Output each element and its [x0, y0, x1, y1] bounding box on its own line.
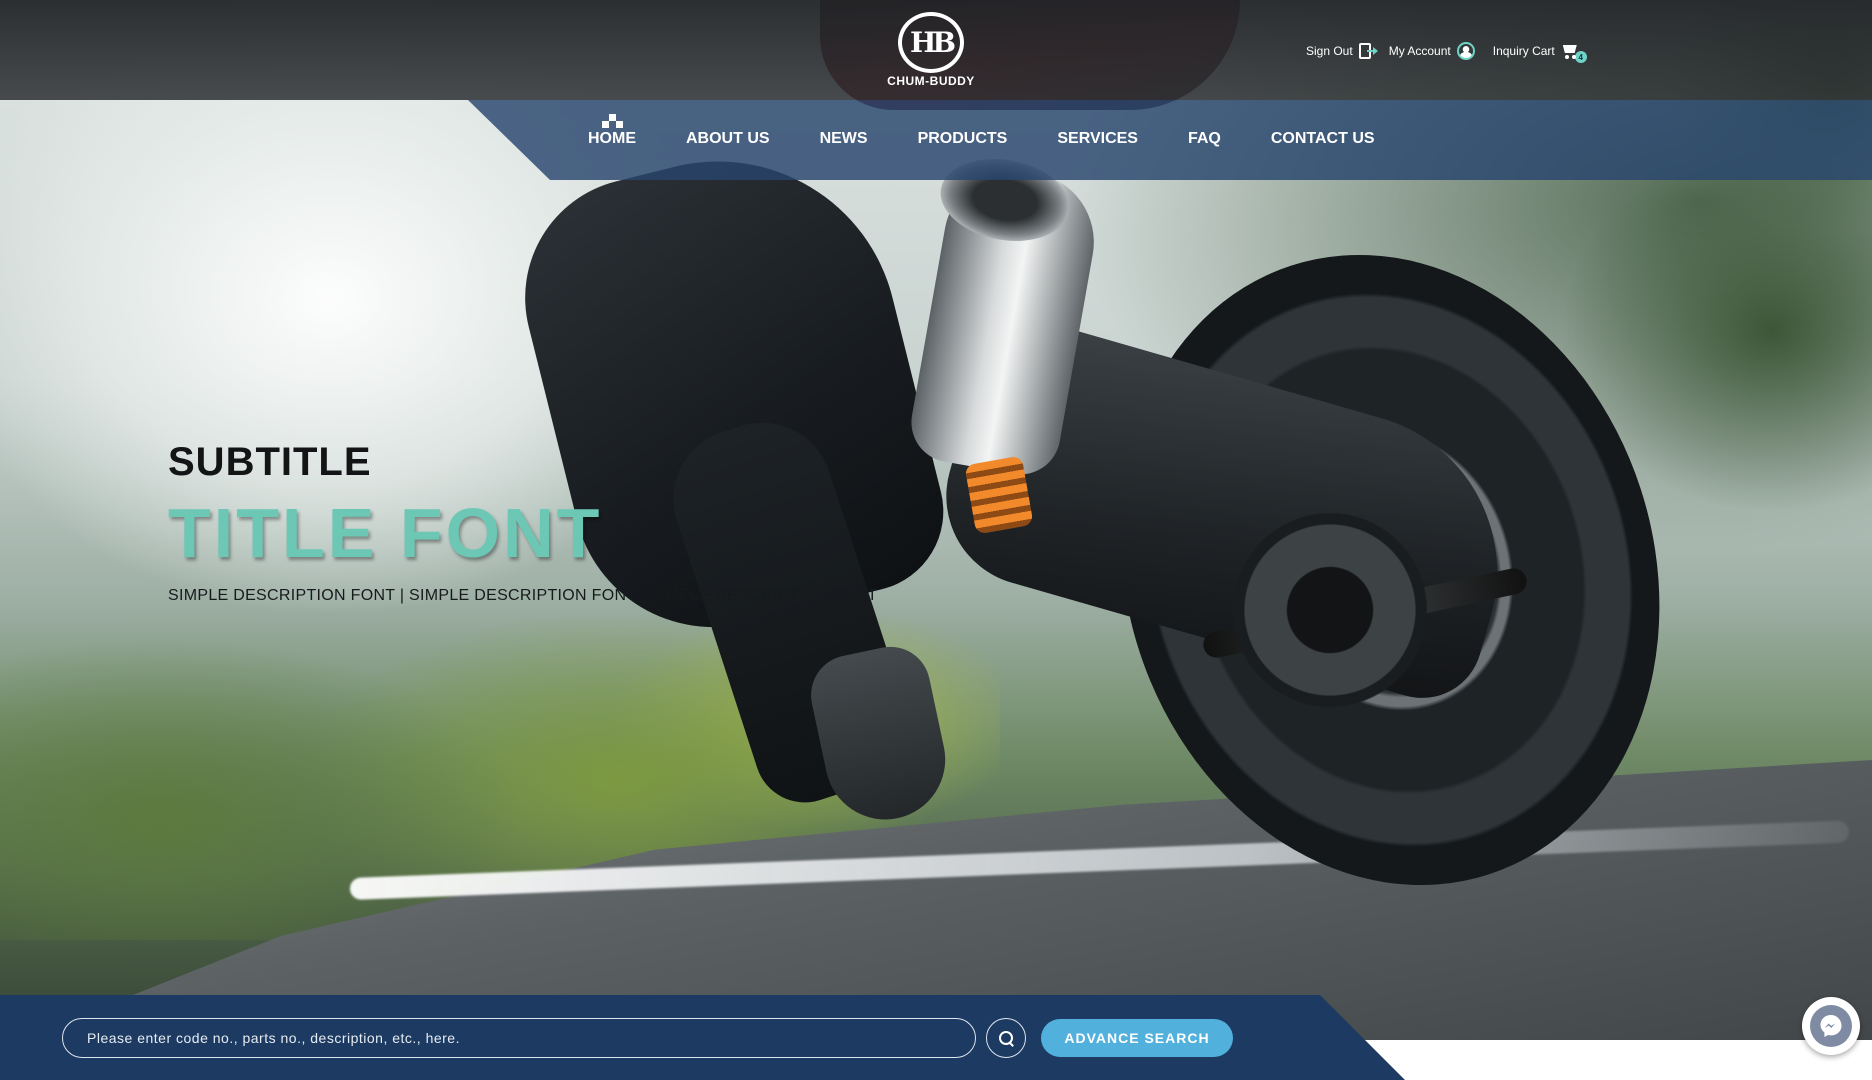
logo-wordmark: CHUM-BUDDY — [887, 74, 975, 88]
sign-out-link[interactable]: Sign Out — [1306, 43, 1378, 59]
moto-sprocket — [1230, 510, 1430, 710]
logo-monogram: HB — [909, 26, 956, 59]
moto-boot — [803, 639, 957, 831]
cart-count-badge: 4 — [1574, 51, 1587, 63]
hero-title: TITLE FONT — [168, 494, 603, 572]
nav-item-label: HOME — [588, 130, 636, 147]
logo-emblem: HB — [898, 12, 964, 73]
sign-out-icon — [1358, 43, 1378, 59]
account-icon — [1456, 42, 1475, 60]
inquiry-cart-label: Inquiry Cart — [1492, 44, 1555, 58]
hero-subtitle: SUBTITLE — [168, 440, 372, 484]
nav-item-products[interactable]: PRODUCTS — [918, 130, 1008, 148]
sign-out-label: Sign Out — [1306, 44, 1353, 58]
utility-nav: Sign Out My Account Inquiry Cart 4 — [1306, 40, 1587, 63]
nav-item-home[interactable]: HOME — [588, 114, 636, 148]
my-account-label: My Account — [1388, 44, 1451, 58]
nav-item-contact-us[interactable]: CONTACT US — [1271, 130, 1375, 148]
moto-shock-spring — [964, 455, 1034, 535]
inquiry-cart-link[interactable]: Inquiry Cart 4 — [1492, 43, 1587, 63]
nav-item-about-us[interactable]: ABOUT US — [686, 130, 770, 148]
search-input[interactable] — [62, 1018, 976, 1058]
my-account-link[interactable]: My Account — [1389, 42, 1475, 60]
messenger-chat-button[interactable] — [1802, 997, 1860, 1055]
advance-search-button[interactable]: ADVANCE SEARCH — [1041, 1019, 1233, 1057]
main-nav: HOME ABOUT US NEWS PRODUCTS SERVICES FAQ… — [588, 114, 1375, 150]
brand-logo[interactable]: HB CHUM-BUDDY — [876, 12, 986, 88]
messenger-glyph — [1820, 1015, 1842, 1037]
home-icon — [602, 114, 624, 128]
search-icon — [998, 1030, 1014, 1046]
cart-icon: 4 — [1561, 43, 1587, 63]
nav-item-services[interactable]: SERVICES — [1057, 130, 1138, 148]
hero-description: SIMPLE DESCRIPTION FONT | SIMPLE DESCRIP… — [168, 587, 878, 604]
messenger-icon — [1810, 1005, 1852, 1047]
search-band-corner — [1340, 1040, 1872, 1080]
search-button[interactable] — [986, 1018, 1026, 1058]
page: HB CHUM-BUDDY Sign Out My Account Inquir… — [0, 0, 1872, 1080]
nav-item-faq[interactable]: FAQ — [1188, 130, 1221, 148]
hero-text-block: SUBTITLE TITLE FONT SIMPLE DESCRIPTION F… — [168, 440, 877, 605]
nav-item-news[interactable]: NEWS — [820, 130, 868, 148]
